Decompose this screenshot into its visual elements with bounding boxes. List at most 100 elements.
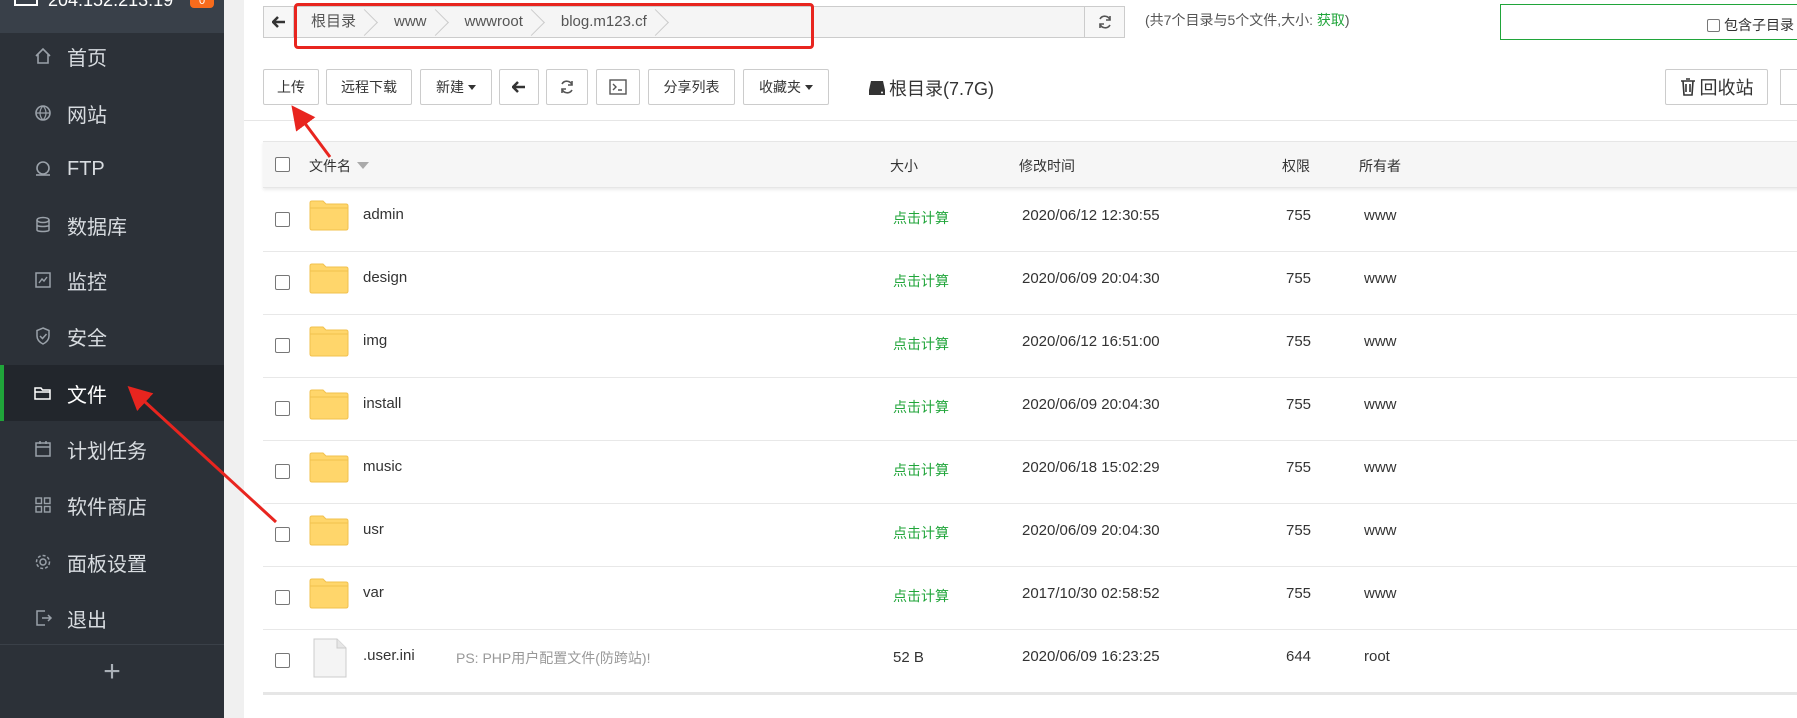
shield-icon — [33, 326, 53, 346]
sidebar-item-database[interactable]: 数据库 — [0, 197, 224, 253]
sidebar-item-home[interactable]: 首页 — [0, 28, 224, 84]
row-checkbox[interactable] — [275, 401, 290, 416]
owner[interactable]: www — [1364, 459, 1397, 476]
back-button[interactable] — [499, 69, 539, 105]
permission[interactable]: 755 — [1286, 459, 1311, 476]
notification-badge[interactable]: 0 — [190, 0, 214, 8]
remote-download-button[interactable]: 远程下载 — [326, 69, 412, 105]
owner[interactable]: www — [1364, 522, 1397, 539]
file-name[interactable]: usr — [363, 521, 384, 538]
logout-icon — [33, 608, 53, 628]
calculate-size-link[interactable]: 点击计算 — [893, 397, 949, 417]
add-button[interactable]: + — [0, 644, 224, 700]
file-note: PS: PHP用户配置文件(防跨站)! — [456, 650, 651, 666]
row-checkbox[interactable] — [275, 212, 290, 227]
permission[interactable]: 755 — [1286, 585, 1311, 602]
sidebar-item-settings[interactable]: 面板设置 — [0, 534, 224, 590]
calculate-size-link[interactable]: 点击计算 — [893, 586, 949, 606]
sidebar-item-cron[interactable]: 计划任务 — [0, 421, 224, 477]
row-checkbox[interactable] — [275, 653, 290, 668]
row-checkbox[interactable] — [275, 590, 290, 605]
breadcrumb-www[interactable]: www — [378, 7, 449, 37]
select-all-checkbox[interactable] — [275, 157, 290, 172]
table-row[interactable]: admin 点击计算 2020/06/12 12:30:55 755 www — [263, 189, 1797, 252]
upload-button[interactable]: 上传 — [263, 69, 319, 105]
table-row[interactable]: var 点击计算 2017/10/30 02:58:52 755 www — [263, 567, 1797, 630]
refresh-icon — [1098, 15, 1111, 29]
row-checkbox[interactable] — [275, 338, 290, 353]
table-row[interactable]: music 点击计算 2020/06/18 15:02:29 755 www — [263, 441, 1797, 504]
table-row[interactable]: img 点击计算 2020/06/12 16:51:00 755 www — [263, 315, 1797, 378]
get-size-link[interactable]: 获取 — [1317, 12, 1345, 28]
folder-icon — [309, 200, 349, 231]
calculate-size-link[interactable]: 点击计算 — [893, 208, 949, 228]
permission[interactable]: 644 — [1286, 648, 1311, 665]
modified-time: 2020/06/12 16:51:00 — [1022, 333, 1160, 350]
favorites-dropdown-button[interactable]: 收藏夹 — [743, 69, 829, 105]
sidebar-item-label: 软件商店 — [67, 496, 147, 519]
column-header-mtime[interactable]: 修改时间 — [1019, 156, 1075, 176]
terminal-button[interactable] — [596, 69, 640, 105]
table-row[interactable]: usr 点击计算 2020/06/09 20:04:30 755 www — [263, 504, 1797, 567]
file-name[interactable]: .user.ini — [363, 647, 415, 664]
file-name[interactable]: music — [363, 458, 402, 475]
permission[interactable]: 755 — [1286, 207, 1311, 224]
file-name[interactable]: install — [363, 395, 401, 412]
permission[interactable]: 755 — [1286, 333, 1311, 350]
owner[interactable]: www — [1364, 585, 1397, 602]
owner[interactable]: www — [1364, 270, 1397, 287]
column-header-name[interactable]: 文件名 — [309, 156, 369, 176]
permission[interactable]: 755 — [1286, 270, 1311, 287]
include-subdir-option[interactable]: 包含子目录 — [1707, 15, 1794, 35]
file-name[interactable]: var — [363, 584, 384, 601]
path-refresh-button[interactable] — [1085, 6, 1125, 38]
search-input[interactable]: 包含子目录 — [1500, 4, 1797, 40]
permission[interactable]: 755 — [1286, 522, 1311, 539]
sidebar-item-ftp[interactable]: FTP — [0, 141, 224, 197]
owner[interactable]: root — [1364, 648, 1390, 665]
calculate-size-link[interactable]: 点击计算 — [893, 523, 949, 543]
table-row[interactable]: .user.ini PS: PHP用户配置文件(防跨站)! 52 B 2020/06/… — [263, 630, 1797, 693]
column-header-size[interactable]: 大小 — [890, 156, 918, 176]
owner[interactable]: www — [1364, 207, 1397, 224]
sidebar-item-security[interactable]: 安全 — [0, 308, 224, 364]
file-name[interactable]: admin — [363, 206, 404, 223]
arrow-left-icon — [512, 81, 525, 93]
column-header-owner[interactable]: 所有者 — [1359, 156, 1401, 176]
owner[interactable]: www — [1364, 396, 1397, 413]
breadcrumb-site[interactable]: blog.m123.cf — [545, 7, 669, 37]
owner[interactable]: www — [1364, 333, 1397, 350]
sidebar-item-label: FTP — [67, 157, 105, 180]
row-checkbox[interactable] — [275, 275, 290, 290]
row-checkbox[interactable] — [275, 464, 290, 479]
include-subdir-checkbox[interactable] — [1707, 18, 1720, 32]
sidebar-item-files[interactable]: 文件 — [0, 365, 224, 421]
sidebar-item-appstore[interactable]: 软件商店 — [0, 477, 224, 533]
refresh-icon — [561, 80, 573, 94]
sidebar-item-label: 面板设置 — [67, 553, 147, 576]
share-list-button[interactable]: 分享列表 — [648, 69, 735, 105]
table-row[interactable]: design 点击计算 2020/06/09 20:04:30 755 www — [263, 252, 1797, 315]
row-checkbox[interactable] — [275, 527, 290, 542]
file-name[interactable]: design — [363, 269, 407, 286]
calculate-size-link[interactable]: 点击计算 — [893, 334, 949, 354]
path-back-button[interactable] — [264, 7, 294, 37]
calculate-size-link[interactable]: 点击计算 — [893, 460, 949, 480]
recycle-bin-button[interactable]: 回收站 — [1665, 69, 1768, 105]
permission[interactable]: 755 — [1286, 396, 1311, 413]
breadcrumb-root[interactable]: 根目录 — [295, 7, 378, 37]
sidebar-item-logout[interactable]: 退出 — [0, 590, 224, 646]
calculate-size-link[interactable]: 点击计算 — [893, 271, 949, 291]
sidebar-item-website[interactable]: 网站 — [0, 85, 224, 141]
column-header-permission[interactable]: 权限 — [1282, 156, 1310, 176]
disk-selector[interactable]: 根目录(7.7G) — [868, 75, 994, 101]
refresh-button[interactable] — [546, 69, 588, 105]
sidebar-item-monitor[interactable]: 监控 — [0, 252, 224, 308]
new-dropdown-button[interactable]: 新建 — [420, 69, 492, 105]
sidebar-item-label: 监控 — [67, 271, 107, 294]
file-name[interactable]: img — [363, 332, 387, 349]
globe-icon — [33, 103, 53, 123]
breadcrumb-wwwroot[interactable]: wwwroot — [449, 7, 545, 37]
more-button[interactable] — [1780, 69, 1797, 105]
table-row[interactable]: install 点击计算 2020/06/09 20:04:30 755 www — [263, 378, 1797, 441]
